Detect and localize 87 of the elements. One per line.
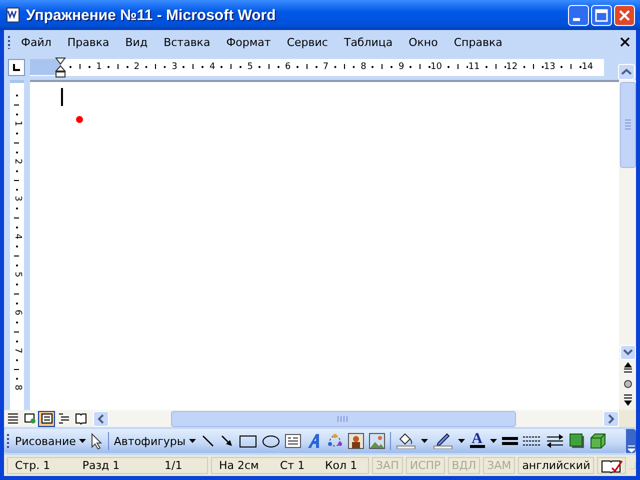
chevron-icon xyxy=(628,445,634,453)
scroll-right-button[interactable] xyxy=(603,410,619,426)
close-button[interactable] xyxy=(614,4,635,26)
ruler-number: 3 xyxy=(12,196,22,202)
toolbar-options-button[interactable] xyxy=(626,429,636,453)
caret-icon[interactable] xyxy=(458,439,465,443)
arrow-icon[interactable] xyxy=(220,434,234,448)
drawing-menu-button[interactable]: Рисование xyxy=(15,434,86,448)
ruler-number: 2 xyxy=(12,158,22,164)
clip-art-icon[interactable] xyxy=(348,433,364,449)
pointer-icon[interactable] xyxy=(90,432,103,450)
ruler-number: 3 xyxy=(172,62,178,72)
menu-item[interactable]: Формат xyxy=(219,34,278,50)
toolbar-grip-icon[interactable] xyxy=(7,433,10,449)
scroll-left-button[interactable] xyxy=(93,410,109,426)
ruler-number: 8 xyxy=(360,62,366,72)
scroll-up-button[interactable] xyxy=(618,64,635,80)
cube-icon[interactable] xyxy=(590,433,606,449)
caret-icon xyxy=(188,439,196,443)
scrollbar-corner xyxy=(619,410,636,427)
font-color-button[interactable]: A xyxy=(470,434,485,448)
ruler-number: 6 xyxy=(285,62,291,72)
line-style-icon[interactable] xyxy=(502,435,518,447)
dash-style-icon[interactable] xyxy=(522,435,541,447)
spelling-book-icon[interactable] xyxy=(600,458,623,472)
pen-icon[interactable] xyxy=(432,433,453,449)
scrollbar-thumb[interactable] xyxy=(171,410,516,426)
view-mode-icon xyxy=(58,412,70,425)
document-icon[interactable] xyxy=(5,7,21,23)
ruler-number: 2 xyxy=(134,62,140,72)
text-box-icon[interactable] xyxy=(284,434,301,448)
minimize-button[interactable] xyxy=(568,4,589,26)
diagram-icon[interactable] xyxy=(326,433,343,449)
menu-item[interactable]: Таблица xyxy=(336,34,400,50)
window-title: Упражнение №11 - Microsoft Word xyxy=(26,6,277,24)
view-mode-button[interactable] xyxy=(38,410,55,426)
view-mode-icon xyxy=(6,412,18,425)
menu-item[interactable]: Вставка xyxy=(156,34,218,50)
menu-item[interactable]: Окно xyxy=(402,34,445,50)
line-icon[interactable] xyxy=(200,434,215,448)
oval-icon[interactable] xyxy=(262,434,280,448)
ruler-number: 1 xyxy=(96,62,102,72)
view-mode-icon xyxy=(74,412,86,425)
language-indicator[interactable]: английский xyxy=(518,457,594,474)
text-cursor xyxy=(61,88,63,106)
ruler-number: 4 xyxy=(209,62,216,72)
maximize-button[interactable] xyxy=(591,4,612,26)
ruler-number: 6 xyxy=(12,309,22,316)
close-icon[interactable] xyxy=(620,37,630,47)
menu-item[interactable]: Сервис xyxy=(280,34,335,50)
fill-bucket-icon[interactable] xyxy=(396,433,416,449)
image-icon[interactable] xyxy=(368,433,385,449)
indent-marker-icon[interactable] xyxy=(55,56,66,78)
ruler-number: 8 xyxy=(12,385,22,391)
view-mode-icon xyxy=(40,412,52,425)
caret-icon xyxy=(78,439,86,443)
tab-stop-icon xyxy=(12,62,21,72)
caret-icon[interactable] xyxy=(490,439,497,443)
view-mode-icon xyxy=(24,412,36,425)
ruler-number: 12 xyxy=(506,62,518,72)
toolbar-grip-icon[interactable] xyxy=(8,35,11,49)
ruler-number: 14 xyxy=(582,62,594,72)
ruler-number: 1 xyxy=(12,120,22,126)
rectangle-icon[interactable] xyxy=(238,434,257,448)
ruler-number: 5 xyxy=(247,62,253,72)
shadow-icon[interactable] xyxy=(568,433,585,449)
scroll-down-button[interactable] xyxy=(620,345,636,360)
menu-item[interactable]: Файл xyxy=(14,34,58,50)
menu-item[interactable]: Вид xyxy=(118,34,155,50)
caret-icon[interactable] xyxy=(420,439,428,443)
ruler-number: 7 xyxy=(322,62,329,72)
menu-item[interactable]: Справка xyxy=(446,34,510,50)
ruler-number: 10 xyxy=(430,62,442,72)
ruler-number: 5 xyxy=(12,272,22,278)
menu-item[interactable]: Правка xyxy=(60,34,116,50)
ruler-number: 4 xyxy=(12,234,22,240)
tab-stop-button[interactable] xyxy=(8,58,25,76)
ruler-number: 13 xyxy=(544,62,556,72)
wordart-icon[interactable] xyxy=(306,433,322,449)
ruler-number: 7 xyxy=(12,347,22,353)
arrow-style-icon[interactable] xyxy=(546,433,564,449)
ruler-number: 11 xyxy=(468,62,480,72)
ruler-number: 9 xyxy=(398,62,404,72)
autoshapes-menu-button[interactable]: Автофигуры xyxy=(114,434,196,448)
marker-dot xyxy=(76,116,83,123)
scrollbar-thumb[interactable] xyxy=(620,82,636,168)
resize-grip-icon[interactable] xyxy=(628,460,636,470)
